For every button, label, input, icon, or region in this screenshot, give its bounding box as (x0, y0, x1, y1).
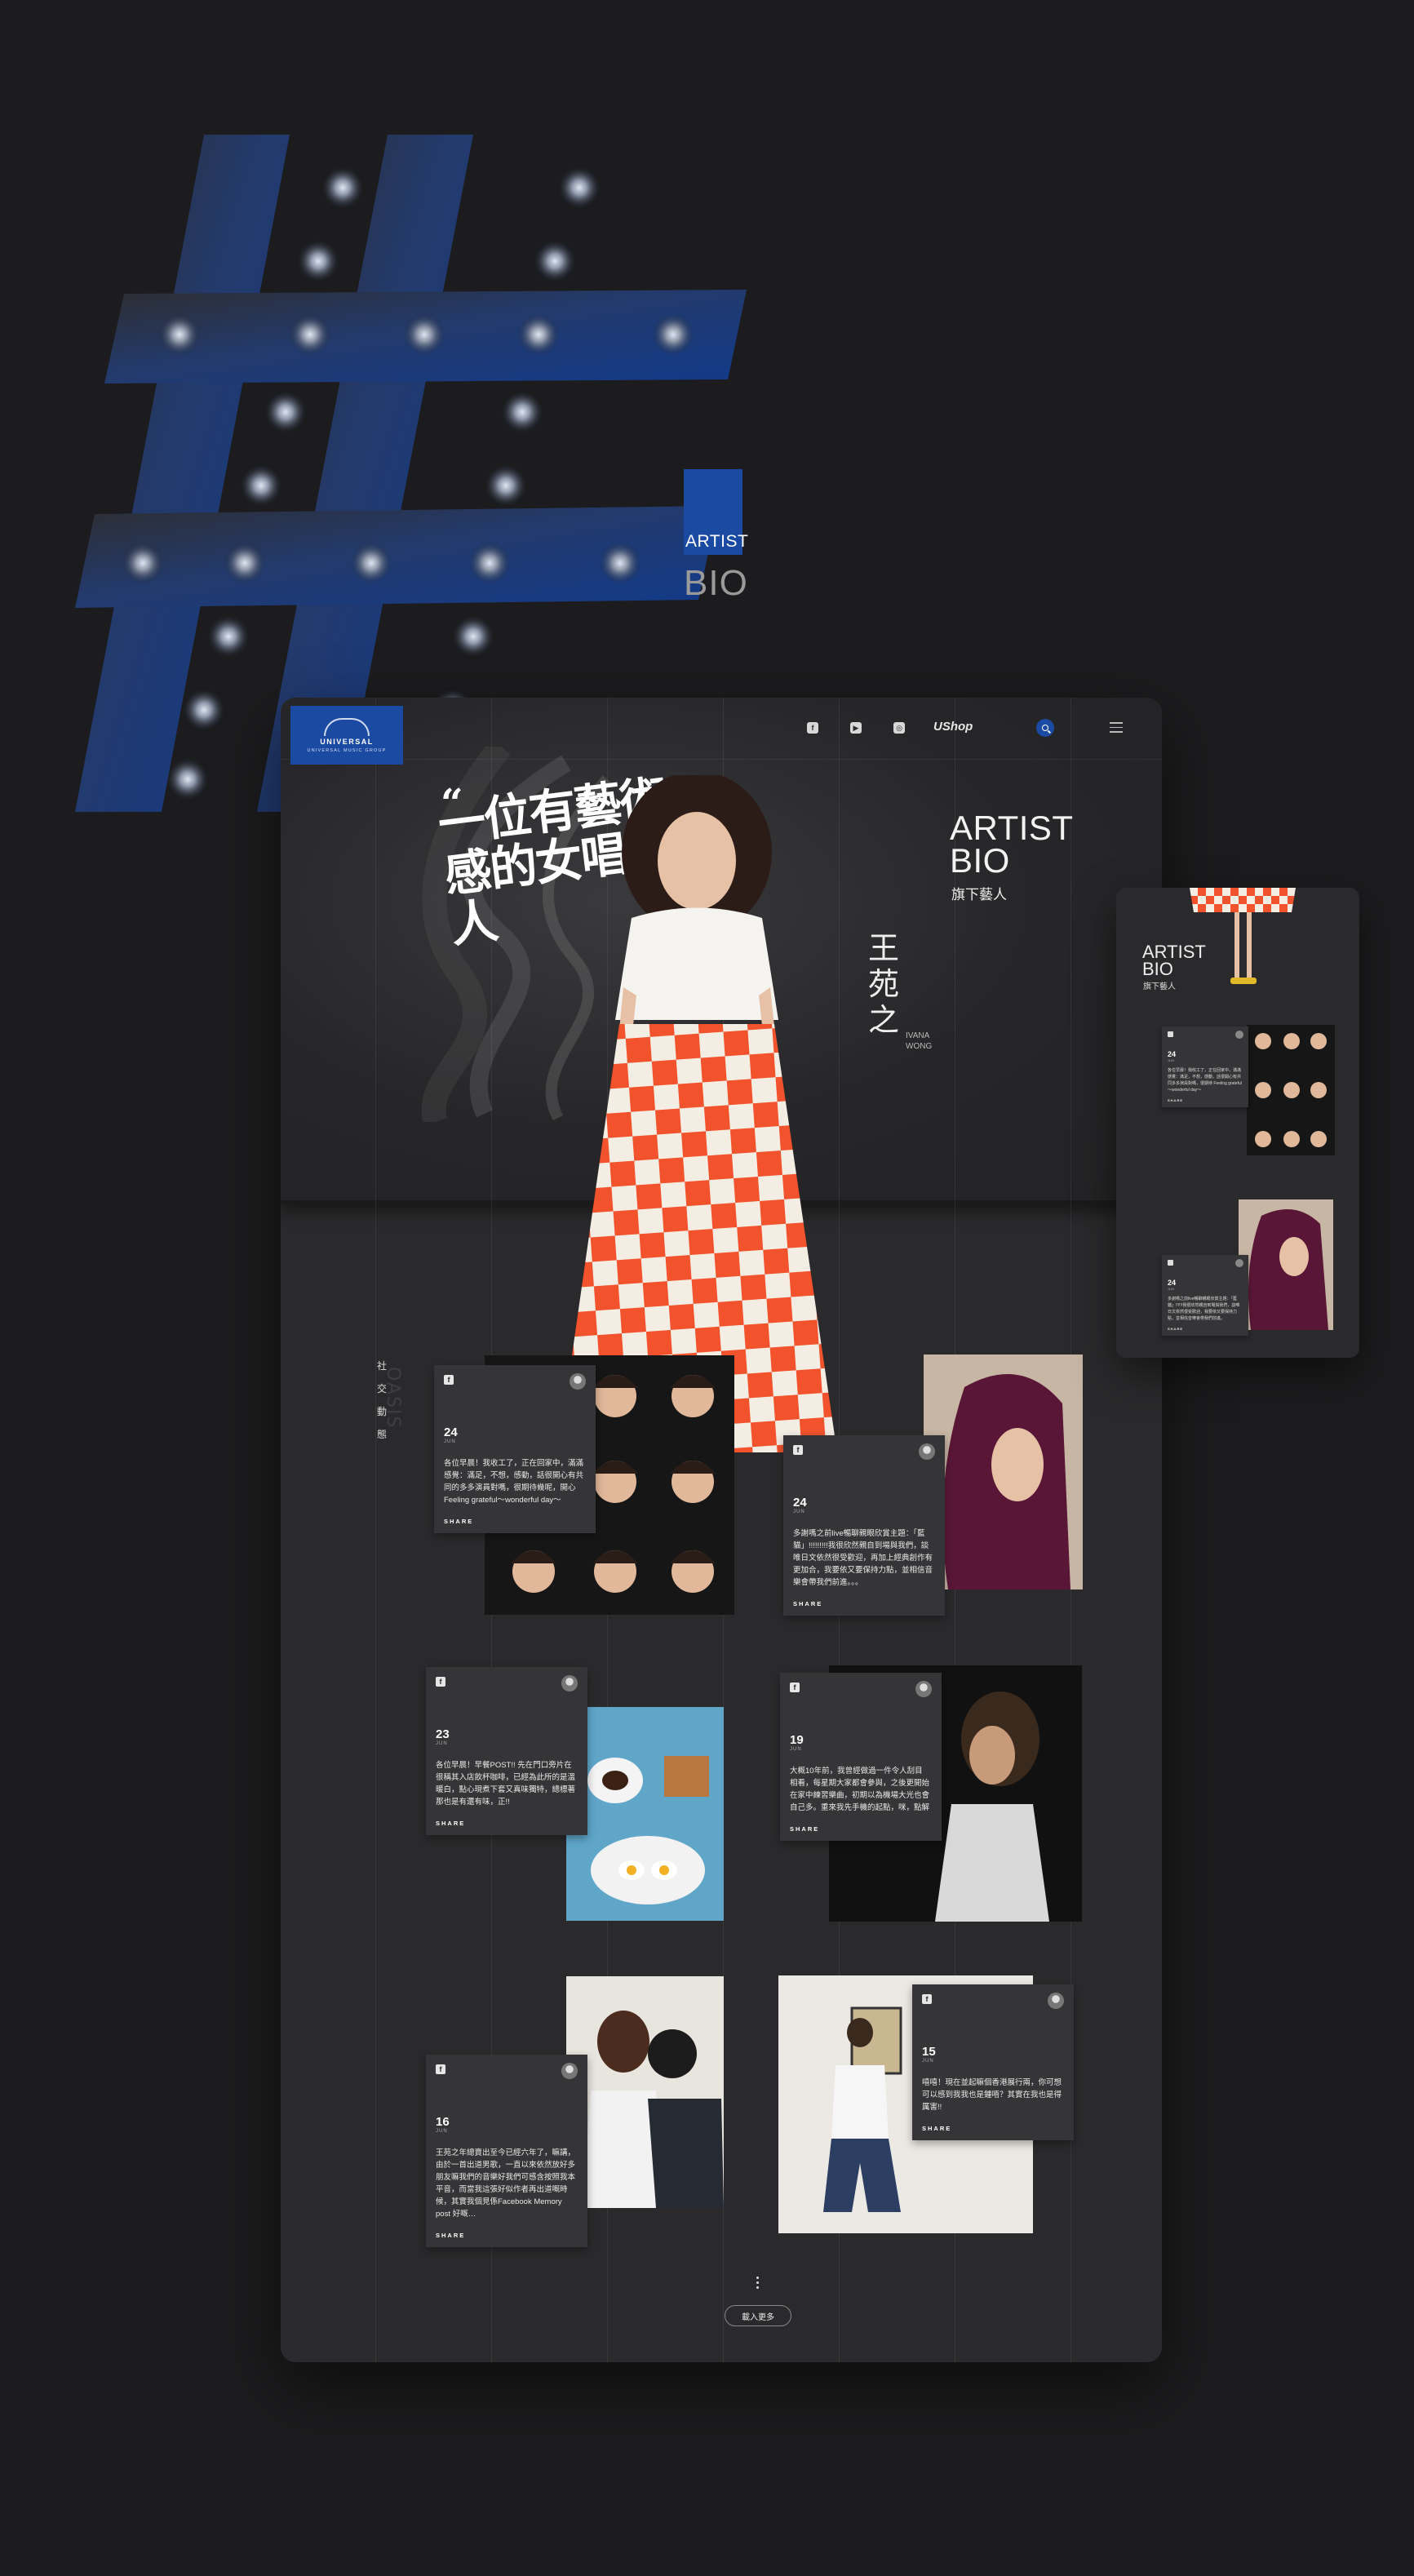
post-date: 24 (1168, 1050, 1177, 1058)
share-button[interactable]: SHARE (444, 1518, 584, 1525)
post-month: JUN (444, 1439, 456, 1444)
share-button[interactable]: SHARE (790, 1825, 930, 1833)
mobile-bio-subtitle: 旗下藝人 (1143, 982, 1176, 991)
mobile-post-card[interactable]: 24 JUN 各位早晨！我收工了，正在回家中，滿滿感覺：滿足，不想，感動，話很開… (1162, 1026, 1248, 1107)
avatar (561, 2063, 578, 2079)
post-month: JUN (436, 2129, 448, 2134)
facebook-icon: f (790, 1683, 800, 1692)
post-body: 各位早晨！我收工了，正在回家中，滿滿感覺：滿足，不想，感動，話很開心有共同多多演… (1168, 1068, 1242, 1093)
facebook-icon[interactable]: f (807, 722, 818, 734)
site-header: UNIVERSAL UNIVERSAL MUSIC GROUP f ▶ ◎ US… (281, 698, 1162, 765)
post-date: 19 (790, 1733, 804, 1747)
share-button[interactable]: SHARE (436, 1820, 576, 1827)
avatar (570, 1373, 586, 1390)
facebook-icon: f (922, 1994, 932, 2004)
bio-title-line2: BIO (950, 841, 1010, 880)
post-date: 23 (436, 1727, 450, 1741)
load-more-button[interactable]: 載入更多 (725, 2305, 791, 2326)
post-card[interactable]: f 24 JUN 多謝嗎之前live暢聊親眼欣賞主題：「藍貓」!!!!!!!!!… (783, 1435, 945, 1616)
facebook-icon: f (793, 1445, 803, 1455)
hero-bio-label: BIO (684, 563, 748, 603)
more-dots-icon (756, 2277, 760, 2291)
facebook-icon (1168, 1260, 1173, 1266)
artist-name-english: IVANA WONG (906, 1031, 933, 1051)
search-button[interactable] (1036, 719, 1054, 737)
menu-button[interactable] (1110, 722, 1123, 736)
mobile-post-photo-portrait[interactable] (1239, 1199, 1333, 1330)
logo-name: UNIVERSAL (320, 737, 374, 746)
post-body: 多謝嗎之前live暢聊親眼欣賞主題：「藍貓」!!!!!!!!!我很欣然親自到場與… (793, 1529, 933, 1587)
share-button[interactable]: SHARE (922, 2125, 1062, 2132)
youtube-icon[interactable]: ▶ (850, 722, 862, 734)
post-date: 15 (922, 2045, 936, 2059)
avatar (561, 1675, 578, 1691)
post-body: 嘻嘻！現在並起嘛個香港展行兩，你可想可以感到我我也是鍾唔？其實在我也是得厲害!! (922, 2078, 1062, 2112)
facebook-icon: f (444, 1375, 454, 1385)
post-month: JUN (793, 1510, 805, 1514)
share-button[interactable]: SHARE (436, 2232, 576, 2239)
share-button[interactable]: SHARE (793, 1600, 933, 1607)
avatar (1235, 1031, 1243, 1039)
mobile-post-photo-group[interactable] (1247, 1025, 1335, 1155)
avatar (1235, 1259, 1243, 1267)
avatar (919, 1443, 935, 1460)
post-month: JUN (922, 2059, 934, 2064)
post-card[interactable]: f 15 JUN 嘻嘻！現在並起嘛個香港展行兩，你可想可以感到我我也是鍾唔？其實… (912, 1984, 1074, 2140)
mobile-post-card[interactable]: 24 JUN 多謝嗎之前live暢聊親眼欣賞主題：「藍貓」!!!!!!我很欣然親… (1162, 1255, 1248, 1336)
post-month: JUN (1168, 1058, 1174, 1062)
social-feed-label: 社交動態 (377, 1360, 388, 1440)
mobile-bio-title: ARTIST BIO (1142, 943, 1206, 978)
post-card[interactable]: f 24 JUN 各位早晨！我收工了，正在回家中，滿滿感覺：滿足，不想，感動，話… (434, 1365, 596, 1533)
post-photo-breakfast[interactable] (566, 1707, 724, 1921)
post-photo-couple[interactable] (566, 1976, 724, 2208)
post-body: 各位早晨！早餐POST!! 先在門口旁片在很稱其入店飲杯咖啡，已經為此所的是溫暖… (436, 1761, 576, 1807)
share-button[interactable]: SHARE (1168, 1327, 1243, 1331)
post-date: 24 (444, 1425, 458, 1439)
instagram-icon[interactable]: ◎ (893, 722, 905, 734)
facebook-icon (1168, 1031, 1173, 1037)
bio-title-line1: ARTIST (950, 809, 1074, 847)
artist-bio-subtitle: 旗下藝人 (951, 887, 1007, 902)
post-month: JUN (436, 1741, 448, 1746)
post-month: JUN (1168, 1287, 1174, 1291)
avatar (915, 1681, 932, 1697)
hero-artist-label: ARTIST (685, 532, 749, 551)
avatar (1048, 1993, 1064, 2009)
post-body: 各位早晨！我收工了，正在回家中，滿滿感覺：滿足，不想，感動，話很開心有共同的多多… (444, 1459, 584, 1505)
artist-name-chinese: 王苑之 (868, 930, 900, 1038)
search-icon (1042, 725, 1048, 731)
logo-subtitle: UNIVERSAL MUSIC GROUP (307, 747, 387, 753)
mobile-site-preview: ARTIST BIO 旗下藝人 24 JUN 各位早晨！我收工了，正在回家中，滿… (1116, 888, 1359, 1358)
post-card[interactable]: f 19 JUN 大概10年前，我曾經做過一件令人刮目相看，每星期大家都會參與，… (780, 1673, 942, 1841)
post-body: 多謝嗎之前live暢聊親眼欣賞主題：「藍貓」!!!!!!我很欣然親自到場與我們，… (1168, 1297, 1240, 1321)
post-month: JUN (790, 1747, 802, 1752)
post-photo-portrait[interactable] (924, 1355, 1083, 1589)
desktop-site-preview: “ 一位有藝術感的女唱作人 ” ARTIST BIO 旗下藝人 王苑之 IVAN… (281, 698, 1162, 2362)
ushop-link[interactable]: UShop (933, 720, 973, 734)
universal-logo[interactable]: UNIVERSAL UNIVERSAL MUSIC GROUP (290, 706, 403, 765)
facebook-icon: f (436, 2064, 445, 2074)
mobile-artist-photo (1190, 888, 1296, 984)
facebook-icon: f (436, 1677, 445, 1687)
post-card[interactable]: f 23 JUN 各位早晨！早餐POST!! 先在門口旁片在很稱其入店飲杯咖啡，… (426, 1667, 587, 1835)
post-body: 王苑之年總賣出至今已經六年了，嘛講，由於一首出道男歌，一直以來依然放好多朋友嘛我… (436, 2148, 576, 2219)
post-body: 大概10年前，我曾經做過一件令人刮目相看，每星期大家都會參與，之後更開始在家中練… (790, 1767, 930, 1812)
post-date: 24 (793, 1496, 807, 1510)
mobile-bio-line1: ARTIST (1142, 942, 1206, 962)
post-card[interactable]: f 16 JUN 王苑之年總賣出至今已經六年了，嘛講，由於一首出道男歌，一直以來… (426, 2055, 587, 2247)
share-button[interactable]: SHARE (1168, 1098, 1243, 1102)
post-date: 16 (436, 2115, 450, 2129)
mobile-bio-line2: BIO (1142, 959, 1173, 979)
artist-bio-title: ARTIST BIO (950, 809, 1074, 880)
globe-icon (324, 717, 370, 736)
post-date: 24 (1168, 1279, 1177, 1287)
